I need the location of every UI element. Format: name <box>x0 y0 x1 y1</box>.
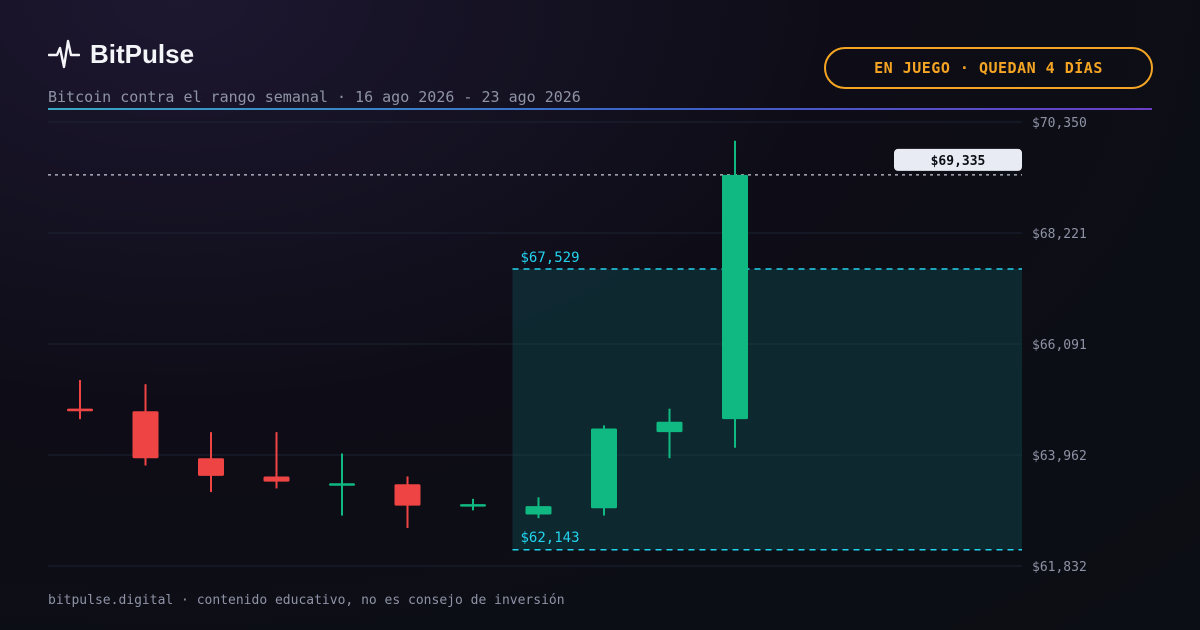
candle-body <box>722 174 748 420</box>
candlestick-chart: $70,350 $68,221 $66,091 $63,962 $61,832 $67,5… <box>48 116 1087 575</box>
candle-body <box>591 428 617 509</box>
candle-body <box>132 411 159 459</box>
candle-body <box>656 421 683 433</box>
range-zone <box>512 269 1022 550</box>
candle-body <box>329 483 355 486</box>
y-tick-label: $61,832 <box>1032 560 1087 575</box>
y-tick-label: $66,091 <box>1032 338 1087 353</box>
y-tick-label: $70,350 <box>1032 116 1087 131</box>
range-low-label: $62,143 <box>521 530 580 546</box>
range-high-label: $67,529 <box>521 250 580 266</box>
candle-body <box>525 506 552 515</box>
current-price-label: $69,335 <box>931 154 986 169</box>
candle-body <box>67 408 93 412</box>
candle-body <box>460 504 486 507</box>
candle-body <box>263 476 290 482</box>
footer-disclaimer: bitpulse.digital · contenido educativo, … <box>48 593 565 608</box>
candle-body <box>394 484 421 506</box>
y-tick-label: $68,221 <box>1032 227 1087 242</box>
y-tick-label: $63,962 <box>1032 449 1087 464</box>
candle-body <box>198 458 224 476</box>
